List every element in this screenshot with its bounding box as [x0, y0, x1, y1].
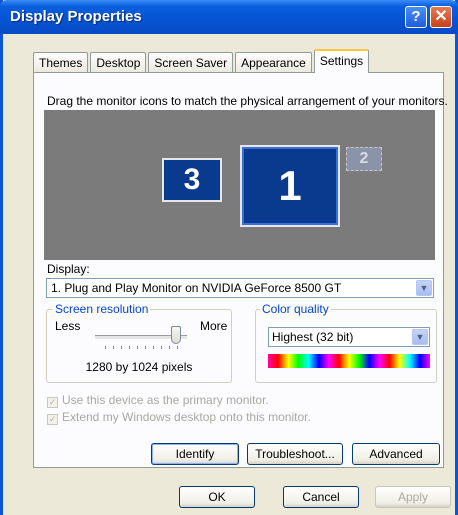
chevron-down-icon[interactable]: ▼	[416, 280, 432, 296]
resolution-less-label: Less	[55, 319, 81, 333]
monitor-1-icon[interactable]: 1	[240, 145, 340, 227]
resolution-slider-thumb[interactable]	[171, 326, 181, 344]
tab-appearance[interactable]: Appearance	[235, 52, 312, 72]
extend-desktop-checkbox-row[interactable]: ✓ Extend my Windows desktop onto this mon…	[47, 410, 311, 425]
monitor-2-icon[interactable]: 2	[346, 147, 382, 171]
display-properties-window: Display Properties ? ✕ Themes Desktop Sc…	[0, 0, 458, 515]
apply-button[interactable]: Apply	[375, 486, 451, 508]
color-spectrum-bar	[268, 354, 430, 368]
identify-button[interactable]: Identify	[151, 443, 239, 465]
tab-themes[interactable]: Themes	[33, 52, 89, 72]
color-quality-title: Color quality	[260, 302, 331, 316]
primary-monitor-checkbox-row[interactable]: ✓ Use this device as the primary monitor.	[47, 393, 269, 408]
checkbox-icon[interactable]: ✓	[47, 414, 58, 425]
checkbox-icon[interactable]: ✓	[47, 397, 58, 408]
troubleshoot-button[interactable]: Troubleshoot...	[247, 443, 343, 465]
tab-desktop[interactable]: Desktop	[90, 52, 147, 72]
window-title: Display Properties	[10, 8, 142, 25]
advanced-button[interactable]: Advanced	[352, 443, 440, 465]
title-bar[interactable]: Display Properties ? ✕	[0, 0, 458, 34]
resolution-slider-ticks	[105, 346, 185, 349]
color-quality-group: Color quality Highest (32 bit) ▼	[255, 302, 437, 383]
screen-resolution-title: Screen resolution	[53, 302, 151, 316]
tab-screen-saver[interactable]: Screen Saver	[148, 52, 234, 72]
help-button[interactable]: ?	[405, 6, 427, 28]
primary-monitor-label: Use this device as the primary monitor.	[62, 393, 269, 407]
monitor-3-icon[interactable]: 3	[162, 158, 222, 202]
resolution-more-label: More	[200, 319, 228, 333]
chevron-down-icon[interactable]: ▼	[412, 329, 428, 345]
display-dropdown[interactable]: 1. Plug and Play Monitor on NVIDIA GeFor…	[46, 278, 434, 298]
display-label: Display:	[47, 262, 90, 276]
close-button[interactable]: ✕	[430, 6, 452, 28]
resolution-value: 1280 by 1024 pixels	[85, 360, 193, 374]
arrangement-instruction: Drag the monitor icons to match the phys…	[47, 94, 448, 108]
tab-settings[interactable]: Settings	[313, 49, 370, 73]
color-quality-value: Highest (32 bit)	[272, 330, 354, 344]
cancel-button[interactable]: Cancel	[283, 486, 359, 508]
tab-strip: Themes Desktop Screen Saver Appearance S…	[33, 49, 371, 73]
extend-desktop-label: Extend my Windows desktop onto this moni…	[62, 410, 311, 424]
monitor-arrangement-area: 3 1 2	[44, 110, 435, 260]
settings-panel: Drag the monitor icons to match the phys…	[33, 72, 448, 468]
screen-resolution-group: Screen resolution Less More 1280 by 1024…	[46, 302, 232, 383]
ok-button[interactable]: OK	[179, 486, 255, 508]
color-quality-dropdown[interactable]: Highest (32 bit) ▼	[268, 327, 430, 347]
display-dropdown-value: 1. Plug and Play Monitor on NVIDIA GeFor…	[51, 281, 342, 295]
